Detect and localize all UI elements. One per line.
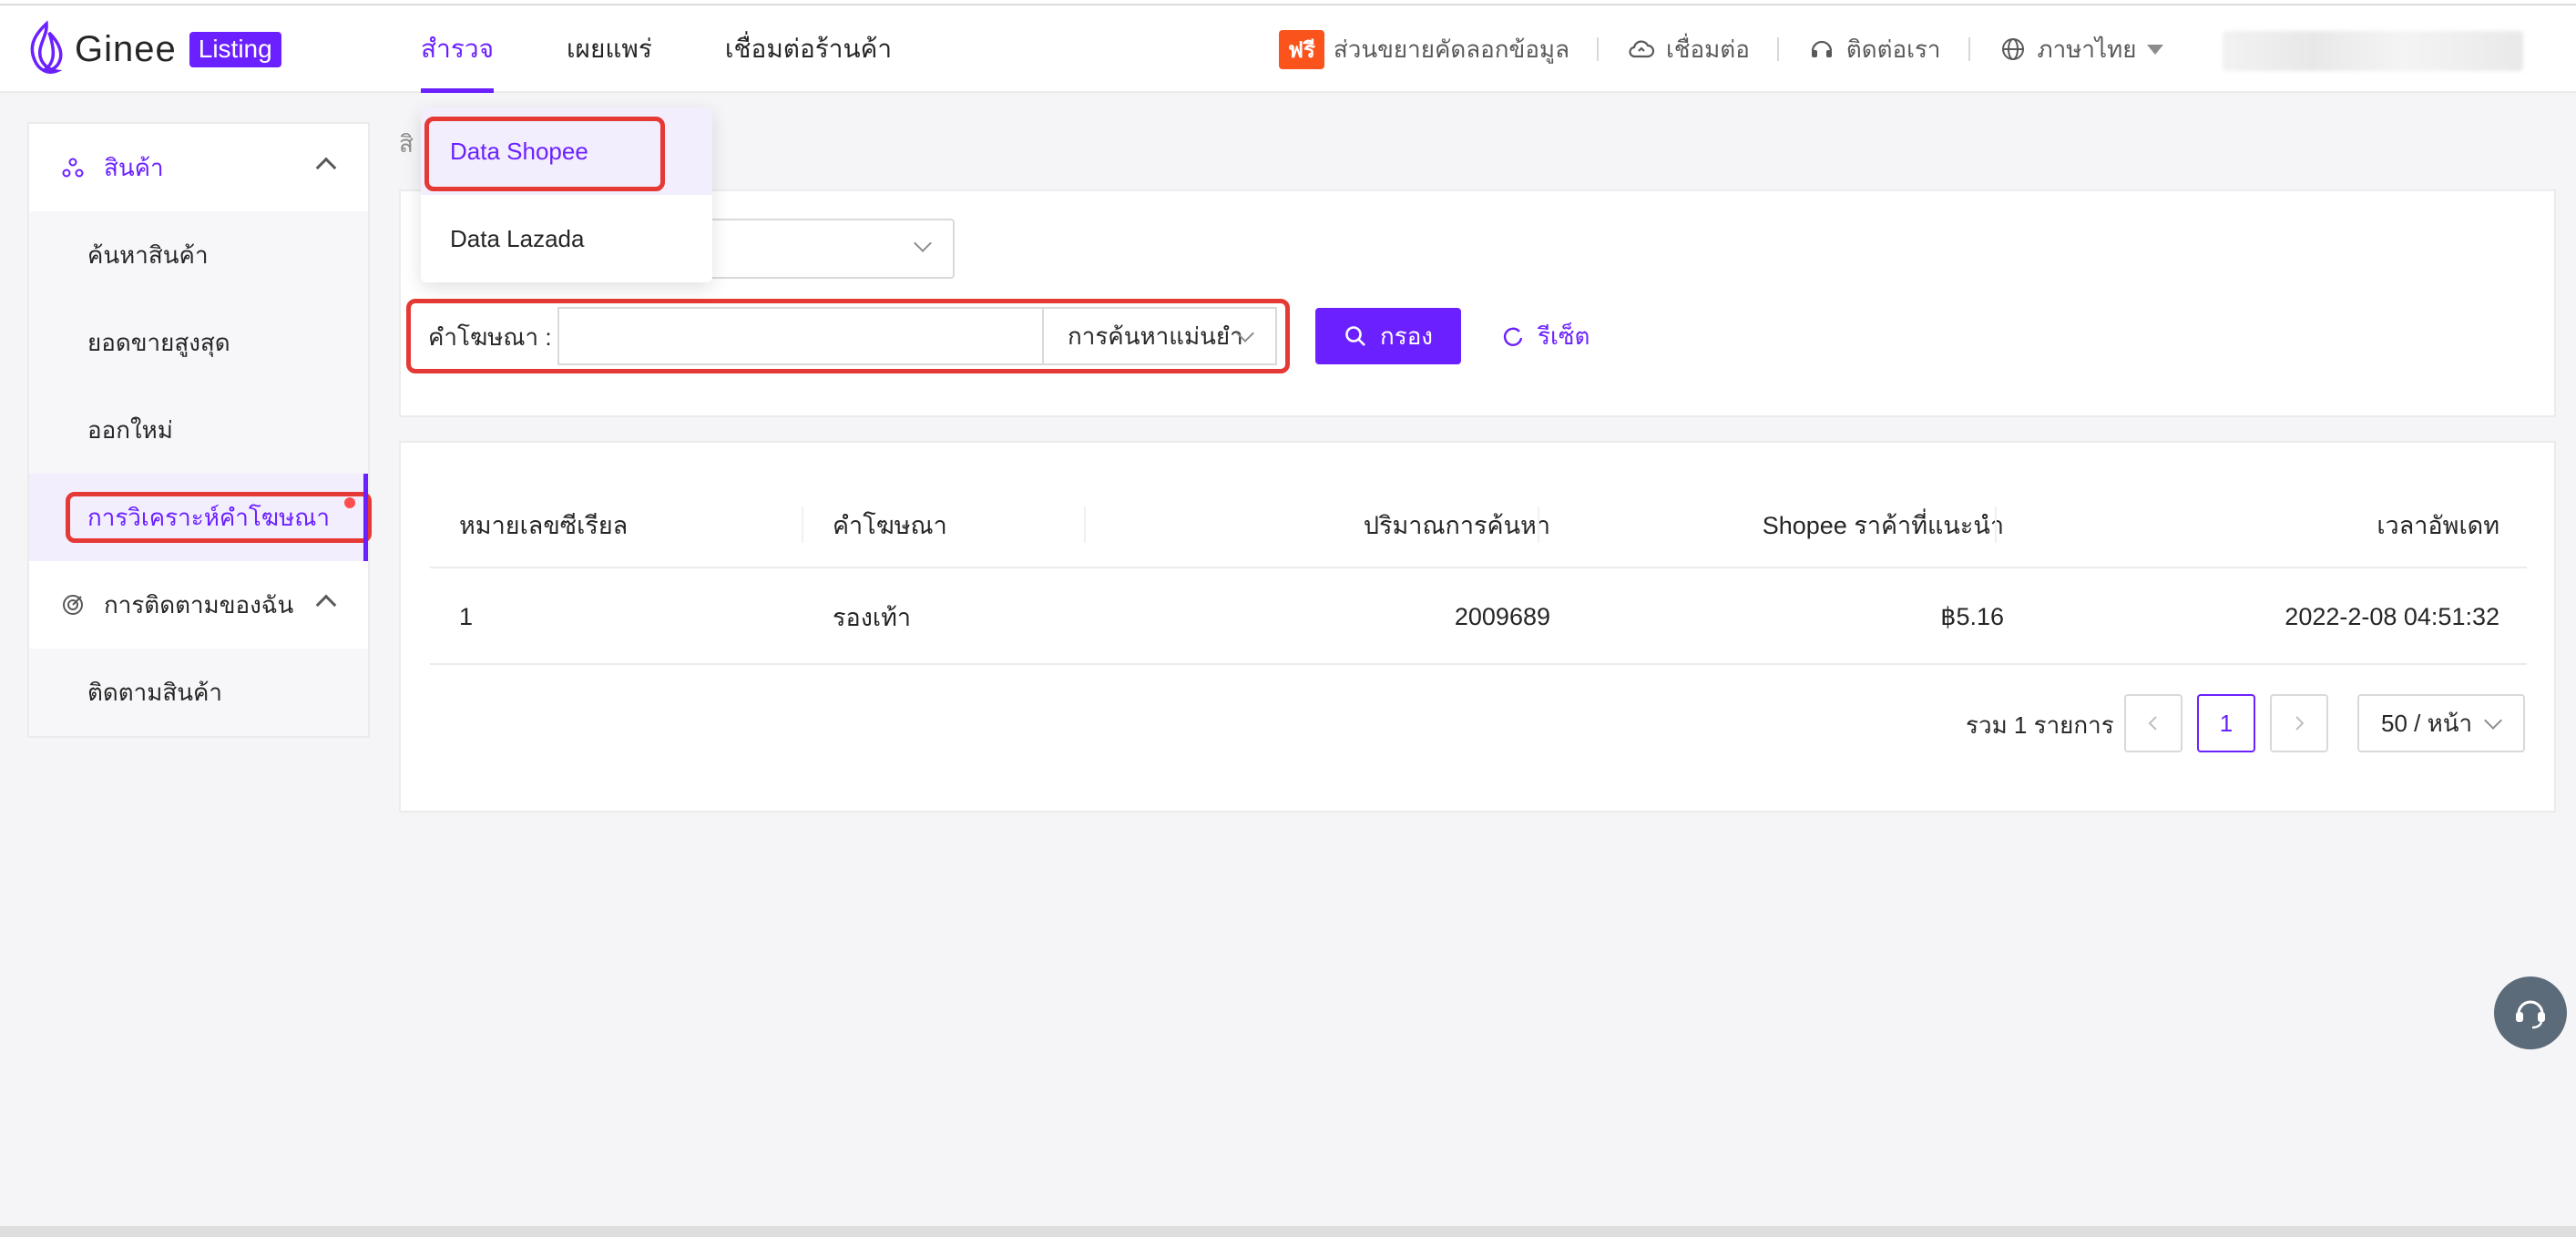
- nav-explore[interactable]: สำรวจ: [421, 5, 494, 93]
- connect-link[interactable]: เชื่อมต่อ: [1666, 31, 1750, 68]
- brand-name: Ginee: [75, 28, 177, 69]
- sidebar: สินค้า ค้นหาสินค้า ยอดขายสูงสุด ออกใหม่ …: [27, 122, 372, 738]
- divider: [1597, 37, 1600, 61]
- free-badge: ฟรี: [1279, 29, 1324, 69]
- divider: [1776, 37, 1779, 61]
- column-header-update-time: เวลาอัพเดท: [2377, 511, 2499, 539]
- nav-connect-store[interactable]: เชื่อมต่อร้านค้า: [725, 5, 892, 93]
- sidebar-group-label: การติดตามของฉัน: [104, 590, 294, 618]
- reset-button-label: รีเซ็ต: [1538, 322, 1590, 350]
- cell-suggested-price: ฿5.16: [1940, 602, 2004, 630]
- column-divider: [1995, 506, 1997, 543]
- ginee-logo-icon: [30, 20, 63, 74]
- caret-down-icon[interactable]: [2147, 44, 2164, 55]
- platform-select[interactable]: [674, 219, 955, 279]
- table-header: หมายเลขซีเรียล คำโฆษณา ปริมาณการค้นหา Sh…: [430, 483, 2527, 568]
- sidebar-group-tracking[interactable]: การติดตามของฉัน: [29, 561, 368, 649]
- sidebar-item-keyword-analysis[interactable]: การวิเคราะห์คำโฆษณา: [29, 474, 372, 561]
- sidebar-group-label: สินค้า: [104, 153, 164, 181]
- chevron-up-icon: [315, 157, 337, 179]
- logo[interactable]: Ginee Listing: [26, 20, 281, 78]
- page-size-value: 50 / หน้า: [2381, 710, 2473, 737]
- column-header-keyword: คำโฆษณา: [833, 511, 947, 539]
- column-header-suggested-price: Shopee ราค้าที่แนะนำ: [1762, 511, 2004, 539]
- sidebar-submenu-products: ค้นหาสินค้า ยอดขายสูงสุด ออกใหม่ การวิเค…: [29, 211, 372, 561]
- filter-button[interactable]: กรอง: [1315, 308, 1461, 364]
- contact-link[interactable]: ติดต่อเรา: [1846, 31, 1941, 68]
- cell-keyword: รองเท้า: [833, 603, 912, 631]
- reset-button[interactable]: รีเซ็ต: [1501, 308, 1590, 364]
- cell-search-volume: 2009689: [1454, 602, 1550, 630]
- sidebar-item-top-sales[interactable]: ยอดขายสูงสุด: [29, 299, 368, 386]
- sidebar-submenu-tracking: ติดตามสินค้า: [29, 649, 368, 736]
- column-divider: [1538, 506, 1539, 543]
- highlight-box: [424, 117, 665, 191]
- column-divider: [802, 506, 803, 543]
- sidebar-item-new-arrivals[interactable]: ออกใหม่: [29, 386, 368, 474]
- bottom-window-edge: [0, 1226, 2576, 1237]
- filter-button-label: กรอง: [1379, 322, 1434, 350]
- search-icon: [1345, 326, 1365, 346]
- target-icon: [60, 592, 86, 618]
- cell-update-time: 2022-2-08 04:51:32: [2285, 602, 2499, 630]
- prev-page-button[interactable]: [2124, 694, 2182, 752]
- chevron-down-icon: [2484, 711, 2502, 730]
- highlight-box: [66, 492, 372, 543]
- column-header-search-volume: ปริมาณการค้นหา: [1363, 511, 1550, 539]
- chevron-right-icon: [2295, 716, 2305, 731]
- header-actions: ฟรี ส่วนขยายคัดลอกข้อมูล เชื่อมต่อ ติดต่…: [1279, 5, 2164, 93]
- headset-icon: [2516, 1000, 2545, 1029]
- chevron-down-icon: [914, 234, 932, 252]
- language-selector[interactable]: ภาษาไทย: [2038, 31, 2137, 68]
- globe-icon: [1998, 34, 2029, 65]
- page-number-button[interactable]: 1: [2197, 694, 2255, 752]
- sidebar-item-search-products[interactable]: ค้นหาสินค้า: [29, 211, 368, 299]
- page-size-select[interactable]: 50 / หน้า: [2357, 694, 2525, 752]
- sidebar-group-products[interactable]: สินค้า: [29, 124, 368, 211]
- breadcrumb: สิ: [399, 130, 414, 158]
- next-page-button[interactable]: [2270, 694, 2328, 752]
- column-header-serial: หมายเลขซีเรียล: [459, 511, 629, 539]
- top-header: Ginee Listing สำรวจ เผยแพร่ เชื่อมต่อร้า…: [0, 5, 2576, 93]
- headset-icon: [1806, 34, 1837, 65]
- column-divider: [1084, 506, 1086, 543]
- customer-support-button[interactable]: [2494, 976, 2567, 1049]
- menu-item-data-lazada[interactable]: Data Lazada: [421, 195, 712, 282]
- nav-publish[interactable]: เผยแพร่: [567, 5, 652, 93]
- cell-serial: 1: [459, 602, 474, 630]
- cube-icon: [60, 155, 86, 180]
- divider: [1968, 37, 1970, 61]
- table-row[interactable]: 1 รองเท้า 2009689 ฿5.16 2022-2-08 04:51:…: [430, 570, 2527, 665]
- brand-badge: Listing: [189, 31, 281, 67]
- refresh-icon: [1503, 327, 1523, 346]
- sidebar-item-track-products[interactable]: ติดตามสินค้า: [29, 649, 368, 736]
- main-nav: สำรวจ เผยแพร่ เชื่อมต่อร้านค้า: [421, 5, 965, 93]
- chevron-up-icon: [315, 594, 337, 616]
- user-account-blurred[interactable]: [2223, 31, 2523, 71]
- cloud-link-icon: [1626, 34, 1657, 65]
- extension-link[interactable]: ส่วนขยายคัดลอกข้อมูล: [1334, 31, 1569, 68]
- chevron-left-icon: [2148, 716, 2157, 731]
- total-count: รวม 1 รายการ: [1966, 711, 2114, 739]
- highlight-box: [406, 299, 1290, 373]
